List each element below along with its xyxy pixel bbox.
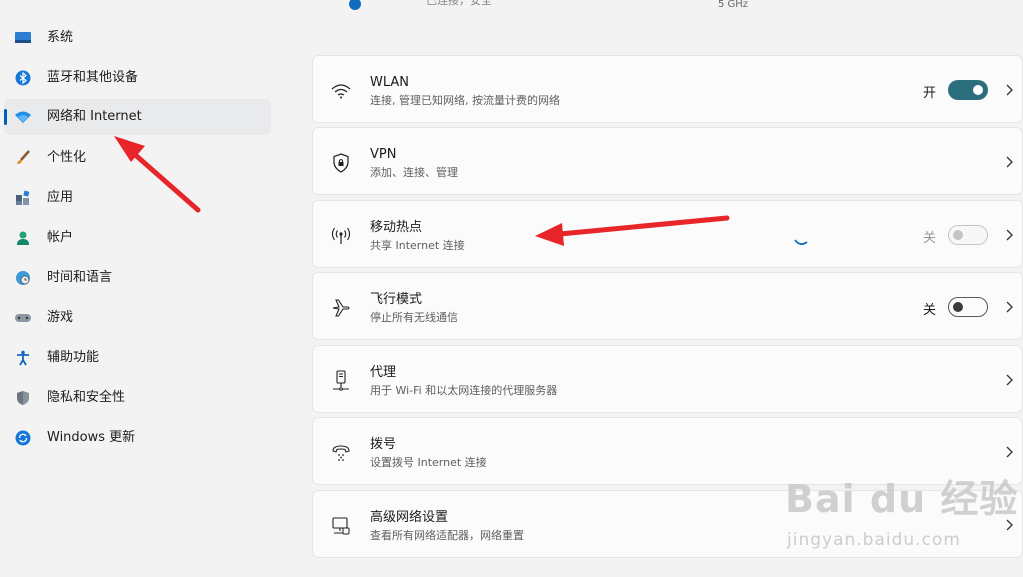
network-band: 5 GHz	[718, 0, 749, 10]
card-title: 飞行模式	[370, 292, 423, 307]
sidebar-item-label: 时间和语言	[47, 270, 113, 285]
proxy-icon	[330, 370, 352, 392]
globe-clock-icon	[14, 269, 32, 287]
card-subtitle: 停止所有无线通信	[370, 311, 458, 324]
top-network-row: 已连接，安全 5 GHz	[312, 0, 1012, 12]
card-vpn[interactable]: VPN 添加、连接、管理	[312, 127, 1023, 195]
card-subtitle: 查看所有网络适配器，网络重置	[370, 529, 524, 542]
baidu-watermark: Bai du 经验 jingyan.baidu.com	[785, 468, 1020, 558]
card-wlan[interactable]: WLAN 连接, 管理已知网络, 按流量计费的网络 开	[312, 55, 1023, 123]
hotspot-toggle[interactable]	[948, 225, 988, 245]
airplane-icon	[330, 297, 352, 319]
sidebar-item-label: 游戏	[47, 310, 74, 325]
chevron-right-icon	[1006, 84, 1013, 96]
loading-spinner-icon	[794, 239, 808, 245]
sidebar-item-label: 网络和 Internet	[47, 109, 142, 124]
apps-icon	[14, 189, 32, 207]
card-subtitle: 连接, 管理已知网络, 按流量计费的网络	[370, 94, 560, 107]
chevron-right-icon	[1006, 229, 1013, 241]
sidebar-item-privacy[interactable]: 隐私和安全性	[4, 380, 271, 416]
accessibility-icon	[14, 349, 32, 367]
sidebar-item-windows-update[interactable]: Windows 更新	[4, 420, 271, 456]
sidebar-item-gaming[interactable]: 游戏	[4, 300, 271, 336]
network-status-text: 已连接，安全	[426, 0, 492, 7]
airplane-toggle[interactable]	[948, 297, 988, 317]
card-title: 代理	[370, 365, 397, 380]
card-airplane-mode[interactable]: 飞行模式 停止所有无线通信 关	[312, 272, 1023, 340]
wifi-network-icon	[14, 108, 32, 126]
settings-sidebar: 系统 蓝牙和其他设备 网络和 Internet 个性化 应用 帐户 时间和语言 …	[0, 0, 285, 577]
airplane-toggle-label: 关	[923, 303, 937, 318]
sidebar-item-label: 系统	[47, 30, 74, 45]
sidebar-item-label: 应用	[47, 190, 74, 205]
card-title: VPN	[370, 147, 397, 162]
sidebar-item-network[interactable]: 网络和 Internet	[4, 99, 271, 135]
wifi-icon	[330, 80, 352, 102]
wlan-toggle[interactable]	[948, 80, 988, 100]
dialup-icon	[330, 442, 352, 464]
sidebar-item-label: 辅助功能	[47, 350, 100, 365]
card-title: 高级网络设置	[370, 510, 449, 525]
sidebar-item-label: Windows 更新	[47, 430, 136, 445]
card-title: WLAN	[370, 75, 410, 90]
hotspot-icon	[330, 225, 352, 247]
sidebar-item-accounts[interactable]: 帐户	[4, 220, 271, 256]
sidebar-item-system[interactable]: 系统	[4, 20, 271, 56]
card-subtitle: 设置拨号 Internet 连接	[370, 456, 487, 469]
sidebar-item-label: 帐户	[47, 230, 74, 245]
shield-icon	[14, 389, 32, 407]
person-icon	[14, 229, 32, 247]
card-subtitle: 用于 Wi-Fi 和以太网连接的代理服务器	[370, 384, 558, 397]
sidebar-item-bluetooth[interactable]: 蓝牙和其他设备	[4, 60, 271, 96]
card-title: 拨号	[370, 437, 397, 452]
monitor-icon	[14, 29, 32, 47]
sync-icon	[14, 429, 32, 447]
gamepad-icon	[14, 309, 32, 327]
chevron-right-icon	[1006, 301, 1013, 313]
sidebar-item-apps[interactable]: 应用	[4, 180, 271, 216]
toggle-knob	[953, 302, 963, 312]
active-indicator	[4, 109, 7, 125]
card-title: 移动热点	[370, 220, 423, 235]
sidebar-item-personalization[interactable]: 个性化	[4, 140, 271, 176]
sidebar-item-label: 蓝牙和其他设备	[47, 70, 139, 85]
card-subtitle: 共享 Internet 连接	[370, 239, 465, 252]
card-proxy[interactable]: 代理 用于 Wi-Fi 和以太网连接的代理服务器	[312, 345, 1023, 413]
network-status-dot	[349, 0, 361, 10]
sidebar-item-accessibility[interactable]: 辅助功能	[4, 340, 271, 376]
bluetooth-icon	[14, 69, 32, 87]
watermark-logo: Bai du 经验	[785, 477, 1019, 521]
vpn-shield-icon	[330, 152, 352, 174]
chevron-right-icon	[1006, 446, 1013, 458]
sidebar-item-time-language[interactable]: 时间和语言	[4, 260, 271, 296]
card-subtitle: 添加、连接、管理	[370, 166, 458, 179]
sidebar-item-label: 隐私和安全性	[47, 390, 126, 405]
watermark-site: jingyan.baidu.com	[787, 530, 961, 550]
toggle-knob	[953, 230, 963, 240]
chevron-right-icon	[1006, 156, 1013, 168]
toggle-knob	[973, 85, 983, 95]
card-mobile-hotspot[interactable]: 移动热点 共享 Internet 连接 关	[312, 200, 1023, 268]
network-adapter-icon	[330, 515, 352, 537]
wlan-toggle-label: 开	[923, 86, 937, 101]
hotspot-toggle-label: 关	[923, 231, 937, 246]
sidebar-item-label: 个性化	[47, 150, 87, 165]
brush-icon	[14, 149, 32, 167]
chevron-right-icon	[1006, 374, 1013, 386]
